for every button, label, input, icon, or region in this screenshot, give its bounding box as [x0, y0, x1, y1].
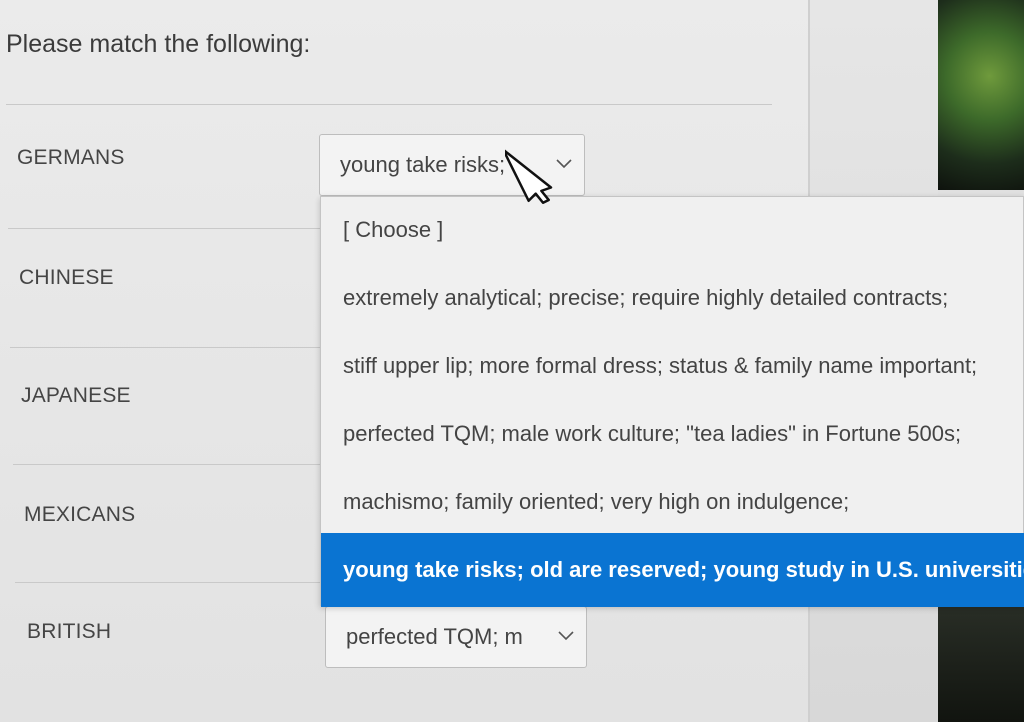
select-value: perfected TQM; m [346, 624, 523, 649]
mouse-pointer-icon [505, 148, 553, 205]
dropdown-option-choose[interactable]: [ Choose ] [321, 217, 1024, 243]
screen: Please match the following: GERMANS youn… [0, 0, 1024, 722]
dropdown-option[interactable]: perfected TQM; male work culture; "tea l… [321, 421, 1024, 447]
british-answer-select[interactable]: perfected TQM; m [325, 606, 587, 668]
term-british: BRITISH [27, 620, 112, 643]
dropdown-option-highlighted[interactable]: young take risks; old are reserved; youn… [321, 533, 1024, 607]
term-germans: GERMANS [17, 146, 125, 169]
divider [13, 464, 320, 465]
divider [15, 582, 320, 583]
chevron-down-icon [546, 628, 586, 646]
term-mexicans: MEXICANS [24, 503, 136, 526]
background-photo-lower [938, 600, 1024, 722]
background-photo [938, 0, 1024, 190]
dropdown-option[interactable]: machismo; family oriented; very high on … [321, 489, 1024, 515]
term-chinese: CHINESE [19, 266, 114, 289]
question-text: Please match the following: [6, 30, 311, 58]
dropdown-option[interactable]: extremely analytical; precise; require h… [321, 285, 1024, 311]
divider [6, 104, 772, 105]
term-japanese: JAPANESE [21, 384, 131, 407]
divider [10, 347, 320, 348]
answer-dropdown-list: [ Choose ] extremely analytical; precise… [320, 196, 1024, 607]
divider [8, 228, 320, 229]
dropdown-option[interactable]: stiff upper lip; more formal dress; stat… [321, 353, 1024, 379]
